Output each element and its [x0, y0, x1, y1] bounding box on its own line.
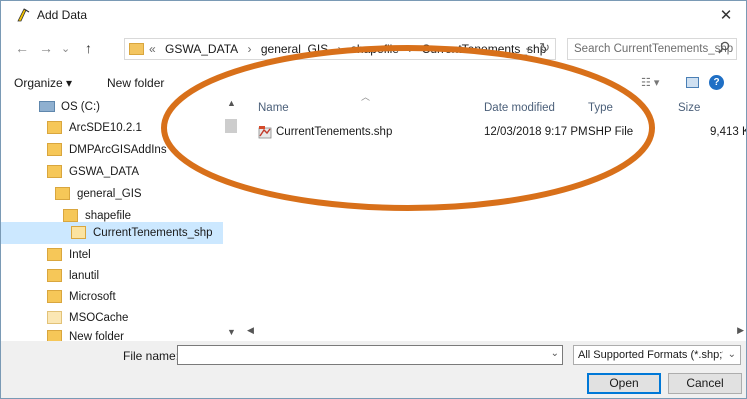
file-name: CurrentTenements.shp — [276, 126, 393, 138]
nav-item-label: New folder — [69, 331, 124, 341]
title-bar: Add Data ✕ — [1, 1, 746, 31]
folder-icon — [47, 143, 62, 157]
nav-item-label: CurrentTenements_shp — [93, 227, 213, 239]
recent-locations-icon[interactable]: ⌄ — [61, 42, 70, 55]
shapefile-icon — [258, 126, 272, 139]
column-header-type[interactable]: Type — [588, 102, 613, 114]
nav-item-label: OS (C:) — [61, 101, 100, 113]
column-header-date-modified[interactable]: Date modified — [484, 102, 555, 114]
folder-icon — [47, 311, 62, 325]
folder-icon — [129, 43, 144, 55]
scroll-right-icon[interactable]: ▶ — [737, 325, 744, 336]
open-button[interactable]: Open — [587, 373, 661, 394]
breadcrumb-overflow[interactable]: « — [149, 42, 156, 56]
nav-item-microsoft[interactable]: Microsoft — [1, 286, 223, 308]
folder-icon — [47, 165, 62, 179]
new-folder-button[interactable]: New folder — [107, 76, 164, 90]
breadcrumb-separator[interactable]: › — [338, 42, 342, 56]
nav-item-gswa-data[interactable]: GSWA_DATA — [1, 161, 223, 183]
scroll-down-icon[interactable]: ▼ — [227, 327, 236, 337]
column-header-name[interactable]: Name — [258, 102, 289, 114]
file-type: SHP File — [588, 126, 634, 138]
dialog-footer: File name: ⌄ All Supported Formats (*.sh… — [1, 341, 746, 398]
file-type-filter[interactable]: All Supported Formats (*.shp;*.s ⌄ — [573, 345, 741, 365]
folder-icon — [47, 290, 62, 304]
command-bar: Organize ▾ New folder ☷ ▾ ? — [1, 71, 746, 95]
column-header-size[interactable]: Size — [678, 102, 700, 114]
nav-item-os-c[interactable]: OS (C:) — [1, 96, 223, 118]
folder-icon — [47, 248, 62, 262]
navigation-pane: OS (C:) ArcSDE10.2.1 DMPArcGISAddIns GSW… — [1, 96, 223, 341]
breadcrumb-separator[interactable]: › — [408, 42, 412, 56]
nav-item-label: GSWA_DATA — [69, 166, 140, 178]
change-view-icon[interactable]: ☷ ▾ — [641, 76, 659, 89]
navigation-scrollbar[interactable]: ▲ ▼ — [223, 96, 240, 341]
breadcrumb: « GSWA_DATA › general_GIS › shapefile › … — [149, 42, 552, 56]
help-icon[interactable]: ? — [709, 75, 724, 90]
nav-item-label: general_GIS — [77, 188, 142, 200]
window-title: Add Data — [37, 8, 88, 22]
breadcrumb-gswa-data[interactable]: GSWA_DATA — [165, 42, 238, 56]
search-placeholder: Search CurrentTenements_shp — [574, 43, 734, 55]
forward-arrow-icon[interactable]: → — [39, 40, 53, 56]
preview-pane-icon[interactable] — [686, 77, 699, 88]
file-type-dropdown-icon[interactable]: ⌄ — [728, 349, 736, 360]
file-date-modified: 12/03/2018 9:17 PM — [484, 126, 588, 138]
file-list-horizontal-scrollbar[interactable]: ◀ ▶ — [241, 323, 746, 340]
scroll-up-icon[interactable]: ▲ — [227, 98, 236, 108]
breadcrumb-shapefile[interactable]: shapefile — [351, 42, 399, 56]
nav-item-label: Microsoft — [69, 291, 116, 303]
nav-item-general-gis[interactable]: general_GIS — [1, 183, 223, 205]
folder-icon — [47, 269, 62, 283]
nav-item-label: shapefile — [85, 210, 132, 222]
address-box[interactable]: « GSWA_DATA › general_GIS › shapefile › … — [124, 38, 556, 60]
nav-item-label: MSOCache — [69, 312, 129, 324]
folder-icon — [47, 121, 62, 135]
nav-item-label: Intel — [69, 249, 91, 261]
nav-item-new-folder[interactable]: New folder — [1, 326, 223, 341]
scrollbar-thumb[interactable] — [225, 119, 237, 133]
sort-ascending-icon: ︿ — [361, 92, 371, 102]
search-input[interactable]: Search CurrentTenements_shp — [567, 38, 737, 60]
folder-icon — [47, 330, 62, 341]
file-name-dropdown-icon[interactable]: ⌄ — [551, 348, 559, 359]
address-bar: ← → ⌄ ↑ « GSWA_DATA › general_GIS › shap… — [1, 35, 746, 63]
nav-item-label: lanutil — [69, 270, 100, 282]
nav-item-dmparcgisaddins[interactable]: DMPArcGISAddIns — [1, 139, 223, 161]
organize-button[interactable]: Organize ▾ — [14, 76, 72, 90]
folder-icon — [63, 209, 78, 223]
add-data-dialog: Add Data ✕ ← → ⌄ ↑ « GSWA_DATA › general… — [0, 0, 747, 399]
open-folder-icon — [71, 226, 86, 240]
file-size: 9,413 KB — [710, 126, 746, 138]
nav-item-intel[interactable]: Intel — [1, 244, 223, 266]
refresh-icon[interactable]: ↻ — [539, 40, 550, 56]
breadcrumb-separator[interactable]: › — [248, 42, 252, 56]
file-type-filter-value: All Supported Formats (*.shp;*.s — [578, 349, 723, 361]
nav-item-label: DMPArcGISAddIns — [69, 144, 167, 156]
file-list: Name ︿ Date modified Type Size CurrentTe… — [241, 92, 746, 321]
up-arrow-icon[interactable]: ↑ — [85, 40, 92, 56]
nav-item-currenttenements-shp[interactable]: CurrentTenements_shp — [1, 222, 223, 244]
file-name-label: File name: — [123, 349, 180, 363]
back-arrow-icon[interactable]: ← — [15, 40, 29, 56]
nav-item-lanutil[interactable]: lanutil — [1, 265, 223, 287]
arcgis-add-data-icon — [17, 8, 30, 22]
cancel-button[interactable]: Cancel — [668, 373, 742, 394]
file-name-input[interactable]: ⌄ — [177, 345, 563, 365]
scroll-left-icon[interactable]: ◀ — [247, 325, 254, 336]
nav-item-label: ArcSDE10.2.1 — [69, 122, 142, 134]
close-button[interactable]: ✕ — [706, 1, 746, 31]
breadcrumb-general-gis[interactable]: general_GIS — [261, 42, 328, 56]
drive-icon — [39, 101, 55, 113]
nav-item-arcsde[interactable]: ArcSDE10.2.1 — [1, 117, 223, 139]
folder-icon — [55, 187, 70, 201]
address-dropdown-icon[interactable]: ⌄ — [524, 41, 533, 54]
file-row[interactable]: CurrentTenements.shp 12/03/2018 9:17 PM … — [251, 123, 746, 143]
search-icon[interactable] — [718, 41, 730, 55]
